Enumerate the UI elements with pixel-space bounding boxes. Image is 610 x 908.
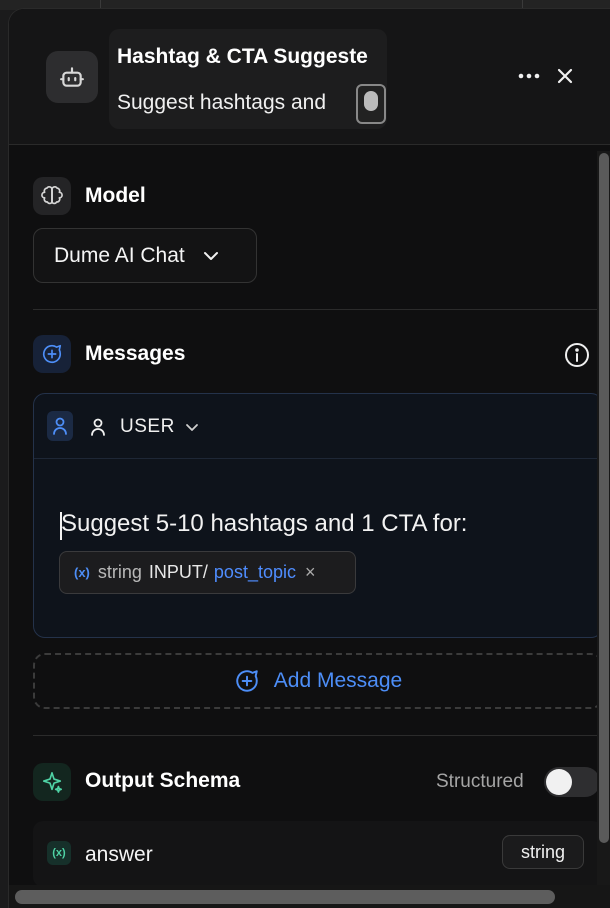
info-icon[interactable] <box>564 342 590 368</box>
user-icon <box>47 411 73 441</box>
node-title[interactable]: Hashtag & CTA Suggeste <box>117 45 368 69</box>
chevron-down-icon <box>203 251 218 260</box>
section-divider <box>33 735 603 736</box>
model-section-title: Model <box>85 184 146 207</box>
add-message-label: Add Message <box>273 669 403 692</box>
user-icon <box>91 418 105 436</box>
more-horizontal-icon <box>518 73 540 79</box>
message-card: USER Suggest 5-10 hashtags and 1 CTA for… <box>33 393 603 638</box>
structured-label: Structured <box>436 771 524 792</box>
section-divider <box>33 309 603 310</box>
close-icon <box>557 68 573 84</box>
role-dropdown[interactable]: USER <box>90 413 199 441</box>
chevron-down-icon <box>185 423 198 431</box>
variable-icon: (x) <box>74 565 90 580</box>
variable-name: post_topic <box>213 562 296 582</box>
message-text[interactable]: Suggest 5-10 hashtags and 1 CTA for: <box>61 510 467 538</box>
variable-icon: (x) <box>47 841 71 865</box>
sparkle-icon <box>33 763 71 801</box>
brain-icon <box>33 177 71 215</box>
message-plus-icon <box>236 670 258 692</box>
remove-variable-button[interactable]: × <box>305 562 316 583</box>
bot-icon <box>46 51 98 103</box>
message-card-header: USER <box>34 394 602 459</box>
vertical-scrollbar[interactable] <box>597 151 610 891</box>
message-plus-icon <box>33 335 71 373</box>
variable-chip[interactable]: (x) string INPUT/ post_topic × <box>59 551 356 594</box>
vertical-scroll-thumb[interactable] <box>599 153 609 843</box>
field-type-badge[interactable]: string <box>502 835 584 869</box>
mouse-cursor-icon <box>356 84 386 124</box>
horizontal-scroll-thumb[interactable] <box>15 890 555 904</box>
output-schema-title: Output Schema <box>85 769 241 792</box>
title-editor[interactable]: Hashtag & CTA Suggeste Suggest hashtags … <box>109 29 387 129</box>
node-description[interactable]: Suggest hashtags and <box>117 91 326 115</box>
role-label: USER <box>120 416 175 437</box>
structured-toggle[interactable] <box>544 767 600 797</box>
schema-field-row[interactable]: (x) answer string <box>33 821 603 887</box>
field-name[interactable]: answer <box>85 843 153 867</box>
model-selected-label: Dume AI Chat <box>54 243 185 267</box>
model-dropdown[interactable]: Dume AI Chat <box>33 228 257 283</box>
add-message-button[interactable]: Add Message <box>33 653 603 709</box>
node-settings-panel: Hashtag & CTA Suggeste Suggest hashtags … <box>8 8 610 908</box>
variable-path: INPUT/ <box>148 562 208 582</box>
close-button[interactable] <box>550 61 580 91</box>
messages-section-title: Messages <box>85 342 186 365</box>
variable-type: string <box>97 562 142 582</box>
panel-header: Hashtag & CTA Suggeste Suggest hashtags … <box>9 9 610 145</box>
more-options-button[interactable] <box>514 61 544 91</box>
horizontal-scrollbar[interactable] <box>9 885 610 908</box>
